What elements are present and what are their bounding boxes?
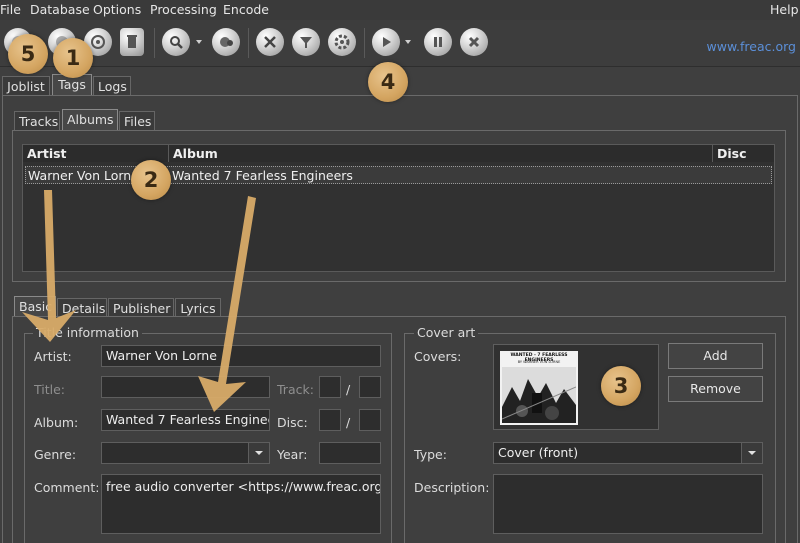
filter-icon[interactable] bbox=[292, 28, 320, 56]
callout-badge-5: 5 bbox=[8, 34, 48, 74]
tab-basic[interactable]: Basic bbox=[14, 296, 56, 317]
freac-website-link[interactable]: www.freac.org bbox=[707, 39, 796, 54]
chevron-down-icon[interactable] bbox=[248, 443, 269, 463]
menu-processing[interactable]: Processing bbox=[150, 2, 217, 17]
comment-label: Comment: bbox=[34, 480, 100, 495]
tab-lyrics[interactable]: Lyrics bbox=[175, 298, 221, 317]
tab-files[interactable]: Files bbox=[119, 111, 155, 130]
track-label: Track: bbox=[277, 382, 314, 397]
title-label: Title: bbox=[34, 382, 65, 397]
menu-encode[interactable]: Encode bbox=[223, 2, 269, 17]
stop-icon[interactable] bbox=[460, 28, 488, 56]
genre-select[interactable] bbox=[101, 442, 270, 464]
cover-thumbnail-subtitle: BY WARNER VON LORNE bbox=[517, 360, 561, 364]
tab-logs[interactable]: Logs bbox=[93, 76, 131, 95]
cell-artist: Warner Von Lorne bbox=[28, 168, 139, 183]
menu-help[interactable]: Help bbox=[770, 2, 799, 17]
description-label: Description: bbox=[414, 480, 490, 495]
disc-number-field[interactable] bbox=[319, 409, 341, 431]
cover-type-select[interactable]: Cover (front) bbox=[493, 442, 763, 464]
cover-type-value: Cover (front) bbox=[498, 445, 579, 460]
description-field[interactable] bbox=[493, 474, 763, 534]
title-information-heading: Title information bbox=[33, 325, 142, 340]
add-cover-button[interactable]: Add bbox=[668, 343, 763, 369]
cover-thumbnail[interactable]: WANTED - 7 FEARLESS ENGINEERS BY WARNER … bbox=[500, 351, 578, 425]
toolbar-separator bbox=[248, 28, 249, 58]
tab-tracks[interactable]: Tracks bbox=[14, 111, 60, 130]
disc-total-field[interactable] bbox=[359, 409, 381, 431]
chevron-down-icon[interactable] bbox=[741, 443, 762, 463]
remove-cover-button[interactable]: Remove bbox=[668, 376, 763, 402]
callout-badge-2: 2 bbox=[131, 160, 171, 200]
callout-badge-4: 4 bbox=[368, 62, 408, 102]
menubar: File Database Options Processing Encode … bbox=[0, 0, 800, 20]
pause-icon[interactable] bbox=[424, 28, 452, 56]
callout-badge-3: 3 bbox=[601, 366, 641, 406]
settings-gear-icon[interactable] bbox=[328, 28, 356, 56]
album-label: Album: bbox=[34, 415, 79, 430]
artist-label: Artist: bbox=[34, 349, 72, 364]
type-label: Type: bbox=[414, 447, 447, 462]
year-label: Year: bbox=[277, 447, 308, 462]
genre-label: Genre: bbox=[34, 447, 77, 462]
track-number-field[interactable] bbox=[319, 376, 341, 398]
query-cddb-icon[interactable] bbox=[162, 28, 190, 56]
column-header-disc[interactable]: Disc bbox=[713, 145, 774, 162]
menu-file[interactable]: File bbox=[0, 2, 21, 17]
tab-details[interactable]: Details bbox=[57, 298, 107, 317]
menu-options[interactable]: Options bbox=[93, 2, 141, 17]
title-field[interactable] bbox=[101, 376, 270, 398]
tab-publisher[interactable]: Publisher bbox=[108, 298, 174, 317]
column-header-album[interactable]: Album bbox=[169, 145, 713, 162]
cell-album: Wanted 7 Fearless Engineers bbox=[172, 168, 353, 183]
chevron-down-icon[interactable] bbox=[196, 40, 202, 44]
toolbar-separator bbox=[364, 28, 365, 58]
cover-illustration bbox=[502, 367, 576, 423]
toolbar-separator bbox=[154, 28, 155, 58]
comment-field[interactable]: free audio converter <https://www.freac.… bbox=[101, 474, 381, 534]
menu-database[interactable]: Database bbox=[30, 2, 90, 17]
disc-label: Disc: bbox=[277, 415, 308, 430]
album-list: Artist Album Disc Warner Von Lorne Wante… bbox=[22, 144, 775, 272]
track-total-field[interactable] bbox=[359, 376, 381, 398]
submit-cddb-icon[interactable] bbox=[212, 28, 240, 56]
play-icon[interactable] bbox=[372, 28, 400, 56]
delete-icon[interactable] bbox=[120, 28, 144, 56]
tab-joblist[interactable]: Joblist bbox=[2, 76, 50, 95]
artist-field[interactable]: Warner Von Lorne bbox=[101, 345, 381, 367]
configure-icon[interactable] bbox=[256, 28, 284, 56]
album-field[interactable]: Wanted 7 Fearless Engineers bbox=[101, 409, 270, 431]
track-slash: / bbox=[346, 382, 351, 397]
disc-slash: / bbox=[346, 415, 351, 430]
cover-art-heading: Cover art bbox=[414, 325, 479, 340]
year-field[interactable] bbox=[319, 442, 381, 464]
chevron-down-icon[interactable] bbox=[405, 40, 411, 44]
tab-albums[interactable]: Albums bbox=[62, 109, 118, 130]
covers-label: Covers: bbox=[414, 349, 462, 364]
toolbar bbox=[0, 20, 800, 67]
callout-badge-1: 1 bbox=[53, 38, 93, 78]
